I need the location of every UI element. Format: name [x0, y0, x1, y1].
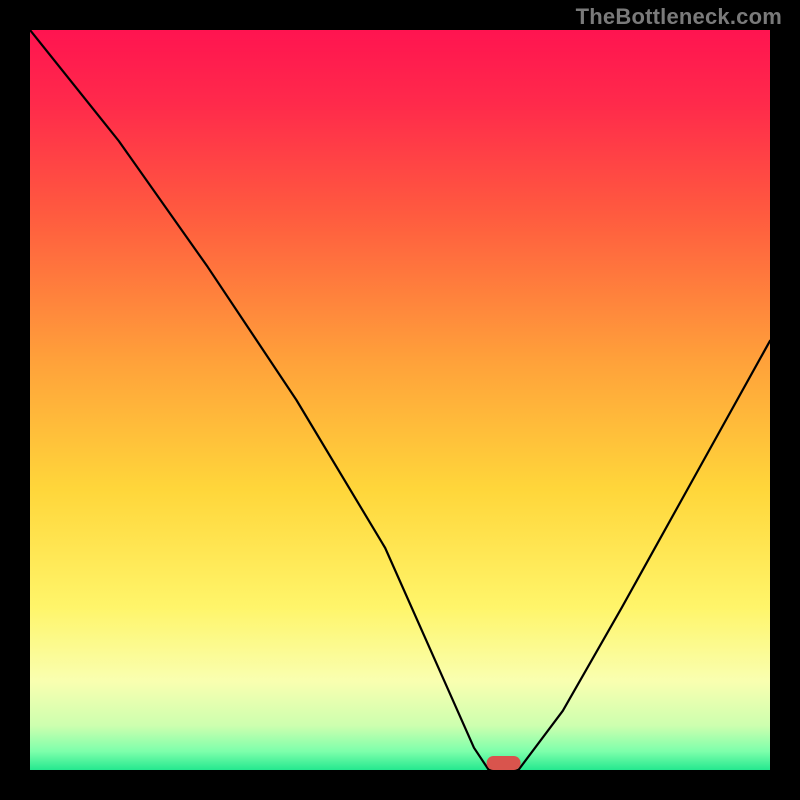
optimal-marker: [487, 756, 521, 770]
watermark-text: TheBottleneck.com: [576, 4, 782, 30]
bottleneck-chart: [30, 30, 770, 770]
plot-area: [30, 30, 770, 770]
gradient-background: [30, 30, 770, 770]
chart-container: TheBottleneck.com: [0, 0, 800, 800]
